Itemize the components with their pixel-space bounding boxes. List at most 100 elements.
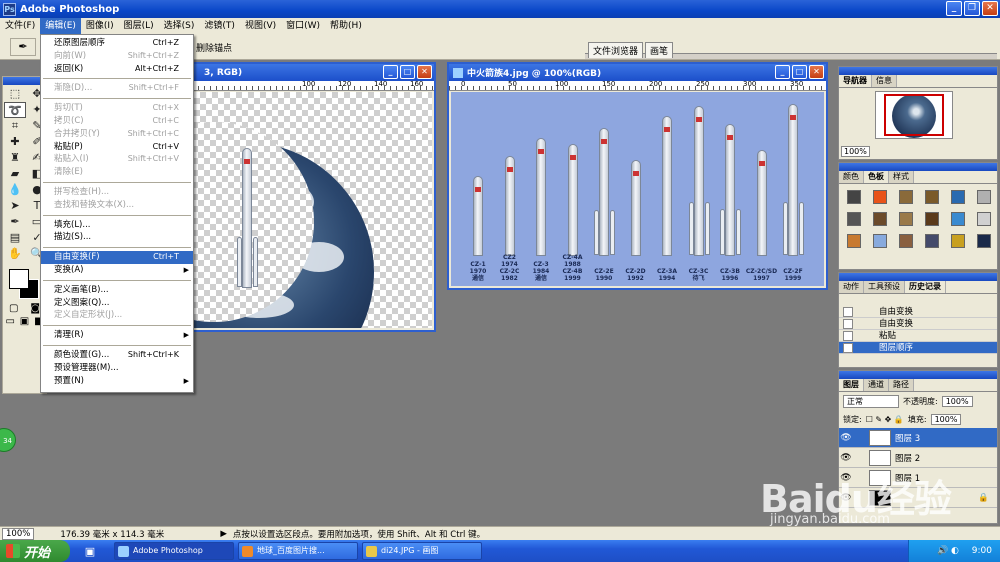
navigator-thumbnail[interactable] [875, 91, 953, 139]
fullscreen-menu-icon[interactable]: ▣ [20, 316, 29, 327]
doc1-maximize-button[interactable]: □ [400, 65, 415, 79]
task-photoshop[interactable]: Adobe Photoshop [114, 542, 234, 560]
style-swatch[interactable] [873, 190, 887, 204]
notes-icon[interactable]: ▤ [4, 230, 26, 246]
well-file-browser[interactable]: 文件浏览器 [588, 42, 644, 58]
marquee-icon[interactable]: ⬚ [4, 86, 26, 102]
history-item[interactable]: 粘贴 [839, 330, 997, 342]
style-swatch[interactable] [925, 190, 939, 204]
stamp-icon[interactable]: ♜ [4, 150, 26, 166]
menu-help[interactable]: 帮助(H) [325, 18, 367, 34]
history-header[interactable] [839, 273, 997, 281]
edit-menu-item[interactable]: 填充(L)... [41, 219, 193, 232]
tab-styles[interactable]: 样式 [889, 171, 914, 183]
floating-badge[interactable]: 34 [0, 428, 16, 452]
doc2-maximize-button[interactable]: □ [792, 65, 807, 79]
doc2-canvas[interactable]: CZ-1 1970 通信 CZ2 1974 CZ-2C 1982 CZ-3 1984… [451, 92, 824, 286]
edit-menu-item[interactable]: 定义画笔(B)... [41, 284, 193, 297]
blur-icon[interactable]: 💧 [4, 182, 26, 198]
minimize-button[interactable]: _ [946, 1, 962, 16]
style-swatch[interactable] [899, 234, 913, 248]
task-paint[interactable]: di24.JPG - 画图 [362, 542, 482, 560]
doc2-titlebar[interactable]: 中火箭族4.jpg @ 100%(RGB) _ □ ✕ [449, 64, 826, 81]
layers-header[interactable] [839, 371, 997, 379]
style-swatch[interactable] [899, 190, 913, 204]
edit-menu-item[interactable]: 颜色设置(G)... Shift+Ctrl+K [41, 349, 193, 362]
tab-layers[interactable]: 图层 [839, 379, 864, 391]
edit-menu-item[interactable]: 描边(S)... [41, 231, 193, 244]
navigator-zoom[interactable]: 100% [841, 146, 870, 157]
crop-icon[interactable]: ⌗ [4, 118, 26, 134]
menu-window[interactable]: 窗口(W) [281, 18, 325, 34]
path-select-icon[interactable]: ➤ [4, 198, 26, 214]
style-swatch[interactable] [925, 234, 939, 248]
eye-icon[interactable]: 👁 [839, 453, 853, 463]
navigator-view-box[interactable] [884, 94, 944, 136]
tab-paths[interactable]: 路径 [889, 379, 914, 391]
healing-icon[interactable]: ✚ [4, 134, 26, 150]
status-zoom[interactable]: 100% [2, 527, 35, 540]
hand-icon[interactable]: ✋ [4, 246, 26, 262]
status-arrow-icon[interactable]: ▶ [220, 529, 227, 539]
style-swatch[interactable] [977, 234, 991, 248]
menu-image[interactable]: 图像(I) [81, 18, 119, 34]
edit-menu-item[interactable]: 清理(R) ▶ [41, 329, 193, 342]
style-swatch[interactable] [873, 234, 887, 248]
history-item-current[interactable]: 图层顺序 [839, 342, 997, 354]
edit-menu-item[interactable]: 预置(N) ▶ [41, 375, 193, 388]
task-browser[interactable]: 地球_百度图片搜... [238, 542, 358, 560]
tab-history[interactable]: 历史记录 [905, 281, 946, 293]
foreground-color[interactable] [9, 269, 29, 289]
history-item[interactable]: 自由变换 [839, 306, 997, 318]
layer-row[interactable]: 👁 图层 2 [839, 448, 997, 468]
doc1-canvas[interactable] [194, 92, 432, 328]
style-swatch[interactable] [977, 190, 991, 204]
menu-edit[interactable]: 编辑(E) [40, 18, 81, 34]
blend-mode-select[interactable]: 正常 [843, 394, 899, 408]
style-swatch[interactable] [899, 212, 913, 226]
swatches-header[interactable] [839, 163, 997, 171]
style-swatch[interactable] [873, 212, 887, 226]
layer-row[interactable]: 👁 图层 3 [839, 428, 997, 448]
eye-icon[interactable]: 👁 [839, 433, 853, 443]
menu-filter[interactable]: 滤镜(T) [199, 18, 240, 34]
style-swatch[interactable] [951, 212, 965, 226]
start-button[interactable]: 开始 [0, 540, 70, 562]
pen-tool-preset-icon[interactable]: ✒ [10, 38, 36, 56]
restore-button[interactable]: ❐ [964, 1, 980, 16]
close-button[interactable]: ✕ [982, 1, 998, 16]
style-swatch[interactable] [847, 190, 861, 204]
quickmask-mode-icon[interactable]: ◙ [30, 303, 40, 314]
menu-file[interactable]: 文件(F) [0, 18, 40, 34]
tab-channels[interactable]: 通道 [864, 379, 889, 391]
edit-menu-item[interactable]: 返回(K) Alt+Ctrl+Z [41, 63, 193, 76]
tab-navigator[interactable]: 导航器 [839, 75, 872, 87]
edit-menu-item[interactable]: 还原图层顺序 Ctrl+Z [41, 37, 193, 50]
eraser-icon[interactable]: ▰ [4, 166, 26, 182]
quick-launch-icon[interactable]: ▣ [70, 545, 110, 558]
lock-icons[interactable]: ☐ ✎ ✥ 🔒 [866, 415, 904, 424]
style-swatch[interactable] [847, 212, 861, 226]
tray-icons[interactable]: 🔊 ◐ [937, 546, 959, 556]
tab-swatches[interactable]: 色板 [864, 171, 889, 183]
navigator-header[interactable] [839, 67, 997, 75]
edit-menu-item[interactable]: 预设管理器(M)... [41, 362, 193, 375]
tab-actions[interactable]: 动作 [839, 281, 864, 293]
style-swatch[interactable] [977, 212, 991, 226]
doc2-minimize-button[interactable]: _ [775, 65, 790, 79]
screen-mode-icon[interactable]: ▭ [5, 316, 14, 327]
doc1-minimize-button[interactable]: _ [383, 65, 398, 79]
menu-layer[interactable]: 图层(L) [119, 18, 159, 34]
history-item[interactable]: 自由变换 [839, 318, 997, 330]
edit-menu-item[interactable]: 粘贴(P) Ctrl+V [41, 141, 193, 154]
well-brushes[interactable]: 画笔 [645, 42, 674, 58]
pen-icon[interactable]: ✒ [4, 214, 26, 230]
style-swatch[interactable] [847, 234, 861, 248]
style-swatch[interactable] [925, 212, 939, 226]
menu-select[interactable]: 选择(S) [159, 18, 200, 34]
fill-input[interactable]: 100% [930, 413, 962, 425]
doc2-close-button[interactable]: ✕ [809, 65, 824, 79]
tab-tool-presets[interactable]: 工具预设 [864, 281, 905, 293]
opacity-input[interactable]: 100% [941, 395, 973, 407]
edit-menu-item[interactable]: 自由变换(F) Ctrl+T [41, 251, 193, 264]
